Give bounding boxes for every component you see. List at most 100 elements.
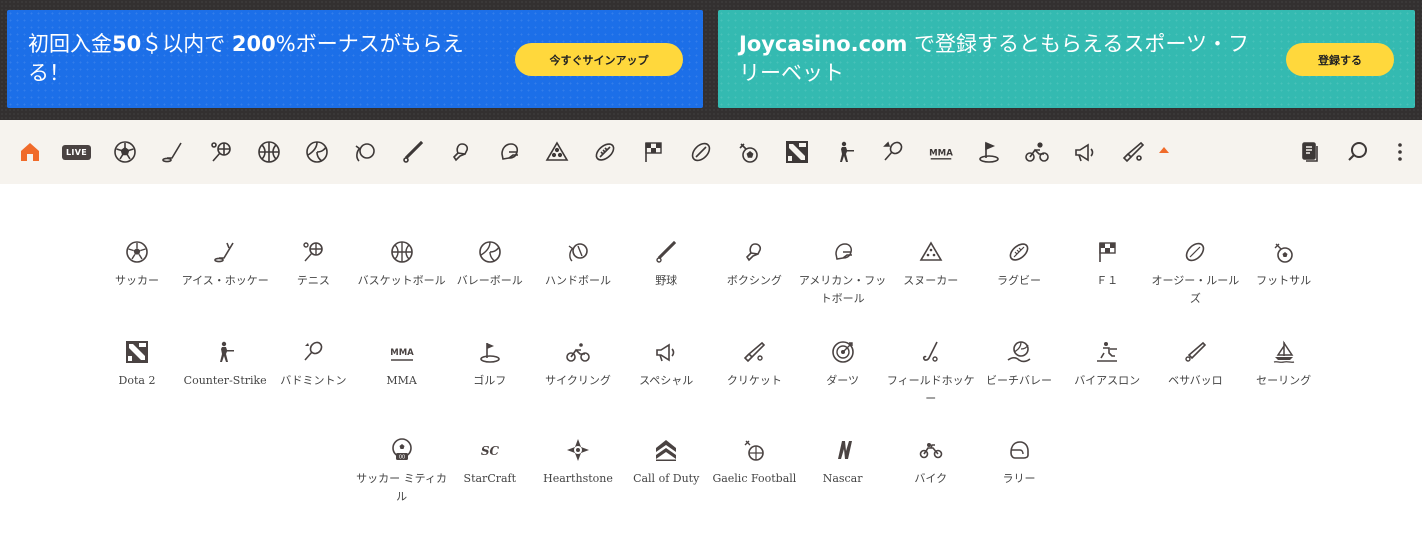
sport-item-f1-flag[interactable]: Ｆ１ bbox=[1063, 240, 1151, 290]
cricket-icon[interactable] bbox=[1119, 138, 1147, 166]
american-football-icon[interactable] bbox=[495, 138, 523, 166]
home-icon[interactable] bbox=[16, 138, 44, 166]
darts-icon bbox=[831, 340, 855, 364]
baseball-icon bbox=[654, 240, 678, 264]
sport-item-cricket[interactable]: クリケット bbox=[710, 340, 798, 390]
sport-label: フィールドホッケー bbox=[886, 374, 975, 405]
sport-label: サッカー ミティカル bbox=[356, 472, 448, 503]
sport-item-dota2[interactable]: Dota 2 bbox=[93, 340, 181, 390]
handball-icon[interactable] bbox=[351, 138, 379, 166]
tennis-icon bbox=[301, 240, 325, 264]
sport-item-rugby[interactable]: ラグビー bbox=[975, 240, 1063, 290]
live-icon[interactable]: LIVE bbox=[62, 145, 91, 160]
sport-item-beach-volleyball[interactable]: ビーチバレー bbox=[975, 340, 1063, 390]
sport-item-american-football[interactable]: アメリカン・フットボール bbox=[799, 240, 887, 308]
sport-item-counter-strike[interactable]: Counter-Strike bbox=[181, 340, 269, 390]
signup-now-button[interactable]: 今すぐサインアップ bbox=[515, 43, 683, 76]
sport-label: Call of Duty bbox=[633, 472, 700, 485]
sport-label: バレーボール bbox=[456, 274, 523, 287]
sailing-icon bbox=[1272, 340, 1296, 364]
sport-label: ハンドボール bbox=[545, 274, 611, 287]
sport-label: バイク bbox=[914, 472, 948, 485]
ice-hockey-icon[interactable] bbox=[159, 138, 187, 166]
sport-label: クリケット bbox=[726, 374, 782, 387]
sport-item-ice-hockey[interactable]: アイス・ホッケー bbox=[181, 240, 269, 290]
soccer-icon[interactable] bbox=[111, 138, 139, 166]
sport-label: アメリカン・フットボール bbox=[798, 274, 887, 305]
sport-item-motorbike[interactable]: バイク bbox=[887, 438, 975, 488]
rally-icon bbox=[1007, 438, 1031, 462]
handball-icon bbox=[566, 240, 590, 264]
sport-item-futsal[interactable]: フットサル bbox=[1240, 240, 1328, 290]
sport-item-starcraft[interactable]: SC StarCraft bbox=[446, 438, 534, 488]
rugby-icon[interactable] bbox=[591, 138, 619, 166]
basketball-icon[interactable] bbox=[255, 138, 283, 166]
betslip-icon[interactable] bbox=[1296, 138, 1324, 166]
collapse-arrow-icon[interactable] bbox=[1159, 147, 1169, 153]
call-of-duty-icon bbox=[654, 438, 678, 462]
mma-icon[interactable]: MMA bbox=[927, 138, 955, 166]
snooker-icon[interactable] bbox=[543, 138, 571, 166]
promo-banner-free-bet[interactable]: Joycasino.com で登録するともらえるスポーツ・フリーベット 登録する bbox=[718, 10, 1415, 108]
sport-label: Nascar bbox=[822, 472, 863, 485]
f1-flag-icon[interactable] bbox=[639, 138, 667, 166]
sport-label: ゴルフ bbox=[473, 374, 507, 387]
sport-label: Hearthstone bbox=[543, 472, 613, 485]
sport-item-pesapallo[interactable]: ベサバッロ bbox=[1151, 340, 1239, 390]
sport-label: フットサル bbox=[1256, 274, 1312, 287]
search-icon[interactable] bbox=[1344, 138, 1372, 166]
sport-item-hearthstone[interactable]: Hearthstone bbox=[534, 438, 622, 488]
sport-item-mma[interactable]: MMA MMA bbox=[358, 340, 446, 390]
special-icon[interactable] bbox=[1071, 138, 1099, 166]
sport-item-snooker[interactable]: スヌーカー bbox=[887, 240, 975, 290]
sport-item-soccer-mythical[interactable]: 00 サッカー ミティカル bbox=[356, 438, 447, 506]
counter-strike-icon[interactable] bbox=[831, 138, 859, 166]
sport-item-basketball[interactable]: バスケットボール bbox=[358, 240, 446, 290]
sport-item-rally[interactable]: ラリー bbox=[975, 438, 1063, 488]
sport-label: スペシャル bbox=[639, 374, 694, 387]
sport-item-aussie-rules[interactable]: オージー・ルールズ bbox=[1151, 240, 1239, 308]
sport-item-volleyball[interactable]: バレーボール bbox=[446, 240, 534, 290]
promo-banner-deposit-bonus[interactable]: 初回入金50＄以内で 200%ボーナスがもらえる！ 今すぐサインアップ bbox=[7, 10, 703, 108]
aussie-rules-icon[interactable] bbox=[687, 138, 715, 166]
tennis-icon[interactable] bbox=[207, 138, 235, 166]
sport-item-cycling[interactable]: サイクリング bbox=[534, 340, 622, 390]
sport-item-special[interactable]: スペシャル bbox=[622, 340, 710, 390]
promo-strip: 初回入金50＄以内で 200%ボーナスがもらえる！ 今すぐサインアップ Joyc… bbox=[0, 0, 1422, 120]
boxing-icon[interactable] bbox=[447, 138, 475, 166]
sport-item-soccer[interactable]: サッカー bbox=[93, 240, 181, 290]
sport-label: アイス・ホッケー bbox=[181, 274, 269, 287]
sport-item-nascar[interactable]: Nascar bbox=[799, 438, 887, 488]
cycling-icon[interactable] bbox=[1023, 138, 1051, 166]
sport-item-badminton[interactable]: バドミントン bbox=[269, 340, 357, 390]
register-button[interactable]: 登録する bbox=[1286, 43, 1394, 76]
sport-item-baseball[interactable]: 野球 bbox=[622, 240, 710, 290]
more-icon[interactable] bbox=[1386, 138, 1414, 166]
sport-item-golf[interactable]: ゴルフ bbox=[446, 340, 534, 390]
aussie-rules-icon bbox=[1183, 240, 1207, 264]
sport-item-gaelic-football[interactable]: Gaelic Football bbox=[710, 438, 798, 488]
sport-item-field-hockey[interactable]: フィールドホッケー bbox=[887, 340, 975, 408]
sport-label: ダーツ bbox=[826, 374, 859, 387]
sport-item-sailing[interactable]: セーリング bbox=[1240, 340, 1328, 390]
dota2-icon[interactable] bbox=[783, 138, 811, 166]
sport-item-darts[interactable]: ダーツ bbox=[799, 340, 887, 390]
badminton-icon[interactable] bbox=[879, 138, 907, 166]
sport-item-handball[interactable]: ハンドボール bbox=[534, 240, 622, 290]
sport-item-boxing[interactable]: ボクシング bbox=[710, 240, 798, 290]
counter-strike-icon bbox=[213, 340, 237, 364]
sport-item-call-of-duty[interactable]: Call of Duty bbox=[622, 438, 710, 488]
golf-icon[interactable] bbox=[975, 138, 1003, 166]
rugby-icon bbox=[1007, 240, 1031, 264]
sport-item-tennis[interactable]: テニス bbox=[269, 240, 357, 290]
hearthstone-icon bbox=[566, 438, 590, 462]
sport-label: サイクリング bbox=[545, 374, 611, 387]
futsal-icon bbox=[1272, 240, 1296, 264]
futsal-icon[interactable] bbox=[735, 138, 763, 166]
baseball-icon[interactable] bbox=[399, 138, 427, 166]
volleyball-icon[interactable] bbox=[303, 138, 331, 166]
sport-item-biathlon[interactable]: バイアスロン bbox=[1063, 340, 1151, 390]
sport-label: 野球 bbox=[655, 274, 678, 287]
badminton-icon bbox=[301, 340, 325, 364]
cycling-icon bbox=[566, 340, 590, 364]
